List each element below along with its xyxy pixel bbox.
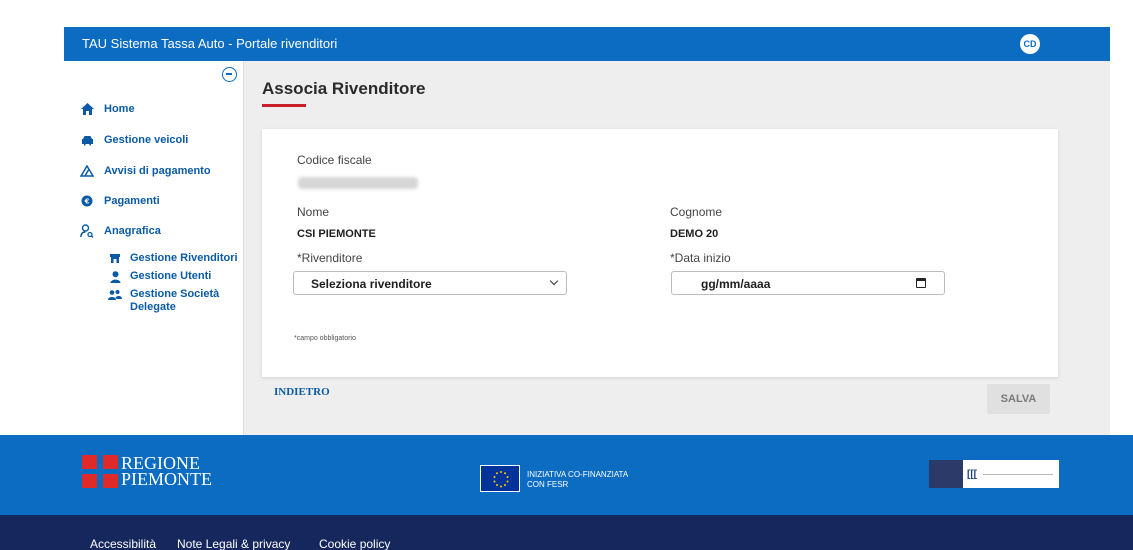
sidebar-item-pagamenti[interactable]: € Pagamenti bbox=[80, 195, 160, 207]
eu-flag-icon bbox=[480, 465, 520, 492]
sidebar-subitem-label: Gestione Società Delegate bbox=[130, 288, 220, 313]
required-field-note: *campo obbligatorio bbox=[294, 335, 356, 342]
sidebar-item-label: Avvisi di pagamento bbox=[104, 165, 211, 177]
warning-icon bbox=[80, 165, 94, 177]
back-link[interactable]: INDIETRO bbox=[274, 386, 330, 398]
sidebar-subitem-gestione-rivenditori[interactable]: Gestione Rivenditori bbox=[108, 252, 238, 265]
form-card: Codice fiscale Nome CSI PIEMONTE Cognome… bbox=[262, 129, 1058, 377]
partner-logo-emblem bbox=[929, 460, 963, 488]
regione-flag-icon bbox=[82, 455, 118, 488]
sidebar-item-gestione-veicoli[interactable]: Gestione veicoli bbox=[80, 134, 188, 146]
rivenditore-label: *Rivenditore bbox=[297, 251, 363, 265]
nome-label: Nome bbox=[297, 205, 330, 219]
logo-line-2: PIEMONTE bbox=[121, 469, 212, 489]
sidebar-item-label: Pagamenti bbox=[104, 195, 160, 207]
car-icon bbox=[80, 135, 94, 146]
app-title: TAU Sistema Tassa Auto - Portale rivendi… bbox=[82, 36, 338, 51]
sidebar-subitem-gestione-societa-delegate[interactable]: Gestione Società Delegate bbox=[108, 288, 228, 314]
footer: REGIONE PIEMONTE INIZIATIVA CO-FINANZIAT… bbox=[0, 435, 1133, 515]
save-button[interactable]: SALVA bbox=[987, 384, 1050, 414]
sidebar-item-label: Gestione veicoli bbox=[104, 134, 189, 146]
sidebar-subitem-label: Gestione Utenti bbox=[130, 270, 212, 282]
eu-cofinancing-text: INIZIATIVA CO-FINANZIATA CON FESR bbox=[527, 470, 628, 490]
partner-logo: [[[ bbox=[929, 460, 1059, 488]
footer-link-accessibilita[interactable]: Accessibilità bbox=[90, 537, 156, 550]
eu-line-2: CON FESR bbox=[527, 480, 569, 489]
partner-logo-line bbox=[983, 473, 1053, 475]
user-icon bbox=[108, 270, 122, 283]
footer-link-cookie-policy[interactable]: Cookie policy bbox=[319, 537, 390, 550]
rivenditore-select[interactable]: Seleziona rivenditore bbox=[293, 271, 567, 295]
subfooter: Accessibilità Note Legali & privacy Cook… bbox=[0, 515, 1133, 550]
footer-link-note-legali[interactable]: Note Legali & privacy bbox=[177, 537, 290, 550]
sidebar-item-home[interactable]: Home bbox=[80, 103, 135, 115]
svg-text:€: € bbox=[84, 198, 90, 206]
sidebar-subitem-label: Gestione Rivenditori bbox=[130, 252, 238, 264]
payment-icon: € bbox=[80, 195, 94, 207]
sidebar: Home Gestione veicoli Avvisi di pagament… bbox=[64, 61, 244, 435]
collapse-sidebar-button[interactable] bbox=[222, 67, 237, 82]
user-search-icon bbox=[80, 224, 94, 238]
codice-fiscale-value-redacted bbox=[298, 177, 418, 189]
main-content: Associa Rivenditore Codice fiscale Nome … bbox=[244, 61, 1110, 435]
nome-value: CSI PIEMONTE bbox=[297, 228, 376, 240]
user-avatar[interactable]: CD bbox=[1020, 34, 1040, 54]
eu-line-1: INIZIATIVA CO-FINANZIATA bbox=[527, 470, 629, 479]
users-group-icon bbox=[108, 288, 122, 301]
regione-piemonte-logo: REGIONE PIEMONTE bbox=[82, 454, 212, 489]
sidebar-item-label: Anagrafica bbox=[104, 225, 161, 237]
partner-logo-mark: [[[ bbox=[967, 468, 977, 480]
title-underline bbox=[262, 104, 306, 107]
codice-fiscale-label: Codice fiscale bbox=[297, 153, 372, 167]
calendar-icon[interactable] bbox=[916, 278, 926, 288]
chevron-down-icon bbox=[549, 276, 559, 286]
sidebar-item-anagrafica[interactable]: Anagrafica bbox=[80, 224, 161, 238]
rivenditore-select-value: Seleziona rivenditore bbox=[311, 277, 432, 291]
store-icon bbox=[108, 252, 122, 264]
data-inizio-input[interactable]: gg/mm/aaaa bbox=[671, 271, 945, 295]
sidebar-item-label: Home bbox=[104, 103, 135, 115]
cognome-label: Cognome bbox=[670, 205, 723, 219]
home-icon bbox=[80, 103, 94, 115]
page-title: Associa Rivenditore bbox=[262, 79, 426, 98]
sidebar-subitem-gestione-utenti[interactable]: Gestione Utenti bbox=[108, 270, 211, 283]
cognome-value: DEMO 20 bbox=[670, 228, 719, 240]
app-header: TAU Sistema Tassa Auto - Portale rivendi… bbox=[64, 27, 1110, 61]
data-inizio-placeholder: gg/mm/aaaa bbox=[701, 277, 771, 291]
sidebar-item-avvisi-di-pagamento[interactable]: Avvisi di pagamento bbox=[80, 165, 211, 177]
data-inizio-label: *Data inizio bbox=[670, 251, 731, 265]
